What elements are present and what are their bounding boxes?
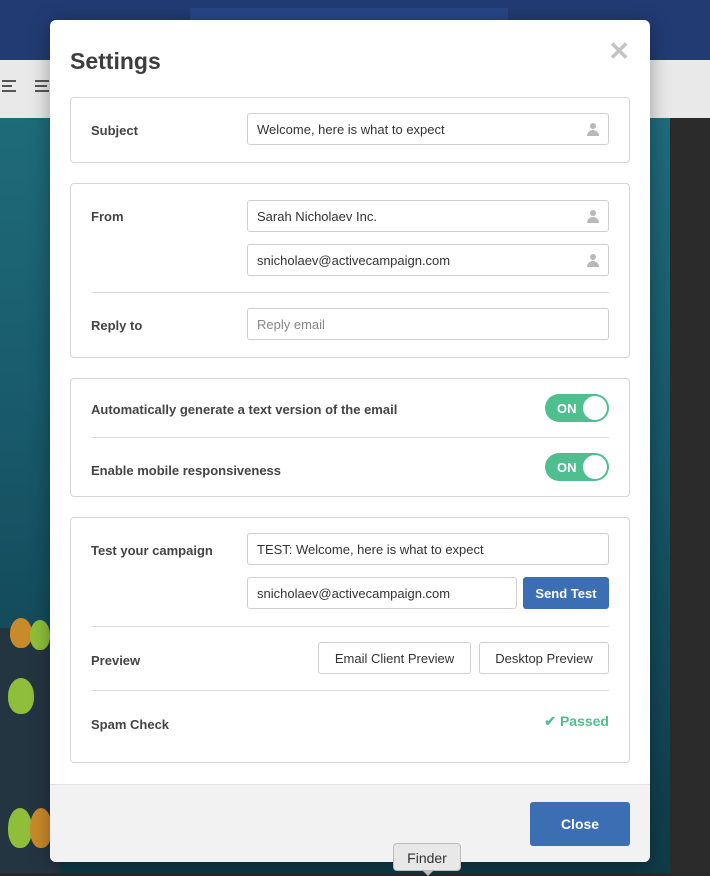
tooltip-text: Finder bbox=[407, 850, 447, 866]
checkmark-icon: ✔ bbox=[544, 713, 556, 729]
toggle-knob bbox=[583, 455, 607, 479]
right-sidebar bbox=[670, 118, 710, 873]
personalize-icon[interactable] bbox=[587, 254, 599, 267]
spam-status-text: Passed bbox=[559, 713, 609, 729]
toggle-state: ON bbox=[557, 460, 577, 475]
finder-tooltip: Finder bbox=[393, 843, 461, 876]
canvas-tree bbox=[8, 808, 32, 848]
subject-panel: Subject bbox=[70, 97, 630, 163]
canvas-tree bbox=[10, 618, 32, 648]
modal-footer: Close bbox=[50, 784, 650, 862]
canvas-tree bbox=[30, 620, 50, 650]
settings-modal: Settings ✕ Subject From Reply to Automat… bbox=[50, 20, 650, 862]
divider bbox=[91, 292, 609, 293]
test-panel: Test your campaign Send Test Preview Ema… bbox=[70, 517, 630, 763]
text-version-label: Automatically generate a text version of… bbox=[91, 402, 398, 417]
from-name-input[interactable] bbox=[247, 200, 609, 232]
send-test-button[interactable]: Send Test bbox=[523, 577, 609, 609]
email-client-preview-button[interactable]: Email Client Preview bbox=[318, 642, 471, 674]
tooltip-arrow bbox=[422, 870, 434, 876]
canvas-tree bbox=[8, 678, 34, 714]
reply-to-label: Reply to bbox=[91, 318, 143, 333]
subject-label: Subject bbox=[91, 123, 138, 138]
preview-label: Preview bbox=[91, 653, 141, 668]
toggle-knob bbox=[583, 396, 607, 420]
options-panel: Automatically generate a text version of… bbox=[70, 378, 630, 497]
text-version-toggle[interactable]: ON bbox=[545, 394, 609, 422]
reply-to-input[interactable] bbox=[247, 308, 609, 340]
test-label: Test your campaign bbox=[91, 543, 213, 558]
spam-check-label: Spam Check bbox=[91, 717, 170, 732]
subject-input[interactable] bbox=[247, 113, 609, 145]
mobile-toggle[interactable]: ON bbox=[545, 453, 609, 481]
toggle-state: ON bbox=[557, 401, 577, 416]
divider bbox=[91, 437, 609, 438]
spam-status: ✔ Passed bbox=[544, 713, 609, 730]
from-label: From bbox=[91, 209, 124, 224]
personalize-icon[interactable] bbox=[587, 123, 599, 136]
test-email-input[interactable] bbox=[247, 577, 517, 609]
divider bbox=[91, 626, 609, 627]
from-email-input[interactable] bbox=[247, 244, 609, 276]
sender-panel: From Reply to bbox=[70, 183, 630, 358]
close-button[interactable]: Close bbox=[530, 802, 630, 846]
divider bbox=[91, 690, 609, 691]
mobile-label: Enable mobile responsiveness bbox=[91, 463, 282, 478]
personalize-icon[interactable] bbox=[587, 210, 599, 223]
align-left-icon[interactable] bbox=[2, 80, 18, 96]
desktop-preview-button[interactable]: Desktop Preview bbox=[479, 642, 609, 674]
app-top-tab bbox=[190, 8, 508, 20]
modal-title: Settings bbox=[70, 48, 161, 74]
align-center-icon[interactable] bbox=[35, 80, 51, 96]
close-icon[interactable]: ✕ bbox=[608, 38, 630, 64]
canvas-tree bbox=[30, 808, 52, 848]
test-subject-input[interactable] bbox=[247, 533, 609, 565]
